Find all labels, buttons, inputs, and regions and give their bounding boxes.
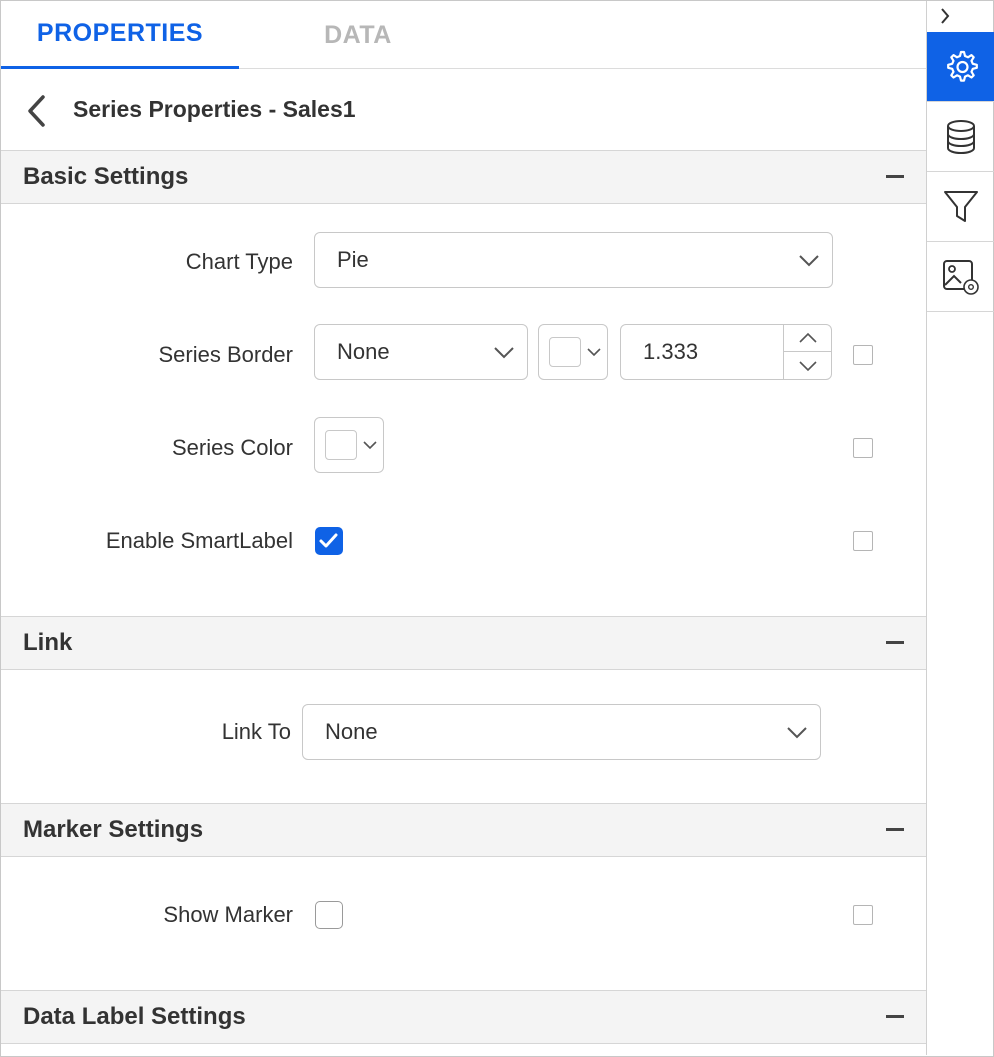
chevron-down-icon bbox=[587, 348, 601, 357]
collapse-icon[interactable] bbox=[886, 641, 904, 644]
database-icon bbox=[946, 119, 975, 154]
checkmark-icon bbox=[319, 533, 338, 548]
series-border-width-value: 1.333 bbox=[643, 339, 699, 364]
series-color-picker[interactable] bbox=[314, 417, 384, 473]
series-color-bind-checkbox[interactable] bbox=[853, 438, 873, 458]
series-border-style-value: None bbox=[337, 339, 390, 364]
gear-icon bbox=[946, 50, 978, 82]
section-header-marker-settings[interactable]: Marker Settings bbox=[1, 803, 926, 857]
page-title: Series Properties - Sales1 bbox=[73, 96, 356, 122]
section-title: Basic Settings bbox=[23, 163, 189, 190]
series-border-style-dropdown[interactable]: None bbox=[314, 324, 528, 380]
chart-type-dropdown[interactable]: Pie bbox=[314, 232, 833, 288]
collapse-icon[interactable] bbox=[886, 1015, 904, 1018]
enable-smartlabel-checkbox[interactable] bbox=[315, 527, 343, 555]
image-settings-icon bbox=[942, 259, 979, 295]
collapse-icon[interactable] bbox=[886, 175, 904, 178]
filter-icon bbox=[943, 190, 978, 222]
link-to-value: None bbox=[325, 719, 378, 744]
chart-type-label: Chart Type bbox=[185, 249, 293, 274]
chevron-down-icon bbox=[494, 347, 514, 359]
series-border-width-input[interactable]: 1.333 bbox=[620, 324, 832, 380]
properties-panel: PROPERTIES DATA Series Properties - Sale… bbox=[1, 1, 926, 1055]
series-border-bind-checkbox[interactable] bbox=[853, 345, 873, 365]
section-header-link[interactable]: Link bbox=[1, 616, 926, 670]
series-color-label: Series Color bbox=[171, 435, 293, 460]
decrement-button[interactable] bbox=[783, 352, 831, 379]
chevron-up-icon bbox=[798, 332, 817, 343]
enable-smartlabel-label: Enable SmartLabel bbox=[105, 528, 293, 553]
tab-bar: PROPERTIES DATA bbox=[1, 1, 926, 69]
enable-smartlabel-bind-checkbox[interactable] bbox=[853, 531, 873, 551]
collapse-icon[interactable] bbox=[886, 828, 904, 831]
color-swatch bbox=[325, 430, 357, 460]
show-marker-bind-checkbox[interactable] bbox=[853, 905, 873, 925]
section-title: Marker Settings bbox=[23, 816, 204, 843]
chevron-left-icon bbox=[28, 95, 45, 127]
chevron-down-icon bbox=[798, 360, 817, 371]
tab-data[interactable]: DATA bbox=[239, 1, 477, 69]
link-to-dropdown[interactable]: None bbox=[302, 704, 821, 760]
right-rail bbox=[926, 1, 994, 1055]
series-border-label: Series Border bbox=[158, 342, 293, 367]
rail-image-settings-button[interactable] bbox=[927, 242, 994, 312]
collapse-rail-button[interactable] bbox=[927, 1, 994, 31]
series-border-color-picker[interactable] bbox=[538, 324, 608, 380]
rail-filter-button[interactable] bbox=[927, 172, 994, 242]
rail-properties-button[interactable] bbox=[927, 32, 994, 102]
chevron-down-icon bbox=[799, 255, 819, 267]
section-title: Data Label Settings bbox=[23, 1003, 246, 1030]
chevron-down-icon bbox=[787, 727, 807, 739]
show-marker-label: Show Marker bbox=[163, 902, 293, 927]
link-to-label: Link To bbox=[221, 719, 291, 744]
show-marker-checkbox[interactable] bbox=[315, 901, 343, 929]
chevron-right-icon bbox=[941, 8, 950, 24]
tab-properties[interactable]: PROPERTIES bbox=[1, 1, 239, 69]
color-swatch bbox=[549, 337, 581, 367]
chart-type-value: Pie bbox=[337, 247, 369, 272]
section-title: Link bbox=[23, 629, 73, 656]
section-header-basic-settings[interactable]: Basic Settings bbox=[1, 150, 926, 204]
increment-button[interactable] bbox=[783, 325, 831, 352]
rail-data-button[interactable] bbox=[927, 102, 994, 172]
chevron-down-icon bbox=[363, 441, 377, 450]
section-header-data-label-settings[interactable]: Data Label Settings bbox=[1, 990, 926, 1044]
back-button[interactable] bbox=[23, 94, 53, 128]
subheader: Series Properties - Sales1 bbox=[1, 70, 926, 150]
